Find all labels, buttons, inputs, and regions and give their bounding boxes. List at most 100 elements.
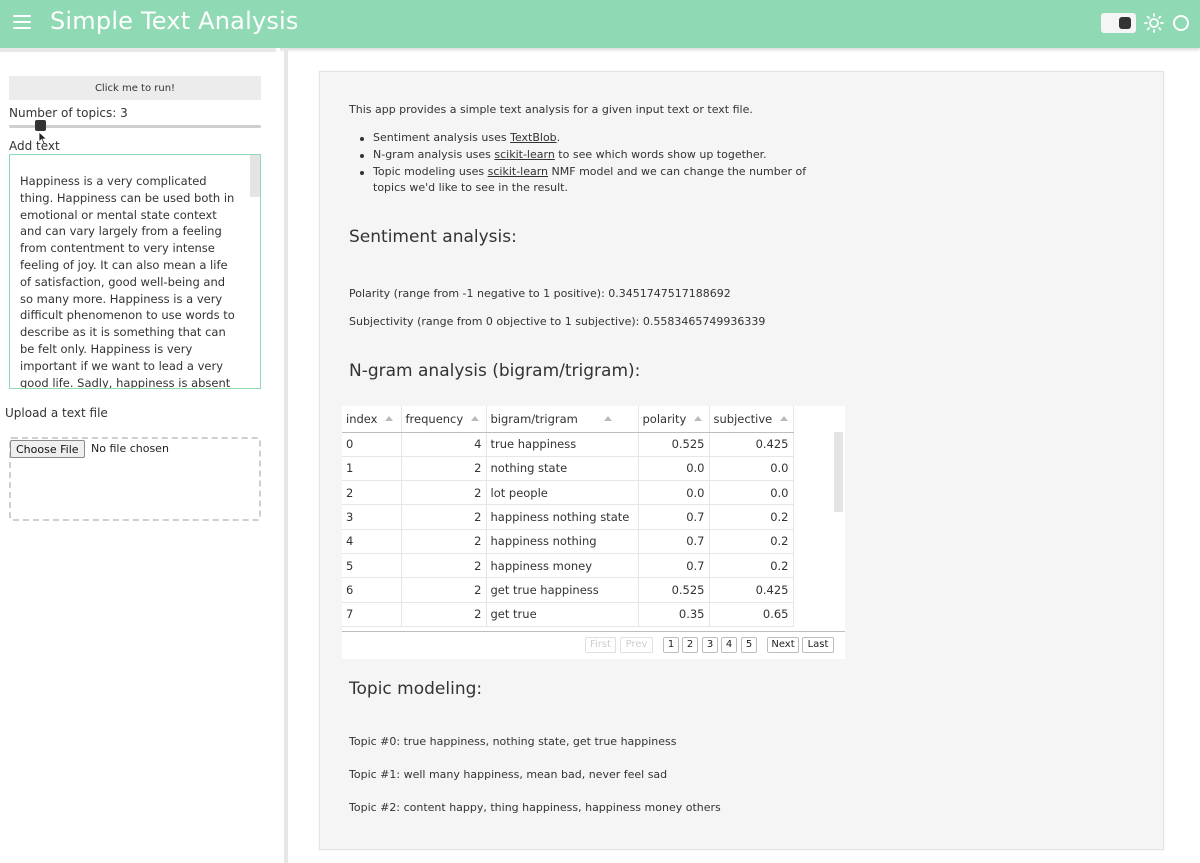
cell-frequency: 2 <box>401 504 487 530</box>
cell-subjective: 0.65 <box>709 602 794 627</box>
column-header-frequency[interactable]: frequency <box>401 406 487 433</box>
column-label: subjective <box>713 411 773 426</box>
textarea-scrollbar[interactable] <box>250 155 260 197</box>
table-row[interactable]: 7 2 get true 0.35 0.65 <box>342 602 794 627</box>
cell-frequency: 4 <box>401 432 487 457</box>
topics-label: Number of topics: 3 <box>9 106 128 120</box>
table-scrollbar[interactable] <box>834 432 843 512</box>
cell-subjective: 0.0 <box>709 456 794 482</box>
table-row[interactable]: 4 2 happiness nothing 0.7 0.2 <box>342 529 794 554</box>
topic-0-text: Topic #0: true happiness, nothing state,… <box>349 735 677 748</box>
hamburger-menu-icon[interactable] <box>13 15 31 30</box>
run-button[interactable]: Click me to run! <box>9 76 261 100</box>
cell-subjective: 0.425 <box>709 577 794 603</box>
sidebar-top-divider <box>0 48 276 52</box>
topics-slider-handle[interactable] <box>35 120 46 131</box>
pager-next-button[interactable]: Next <box>767 637 799 653</box>
cell-index: 1 <box>342 456 402 482</box>
column-label: index <box>346 411 378 426</box>
cell-bigram: nothing state <box>486 456 639 482</box>
topics-slider-track[interactable] <box>9 125 261 128</box>
ngram-heading: N-gram analysis (bigram/trigram): <box>349 361 641 381</box>
theme-toggle[interactable] <box>1101 13 1136 33</box>
column-header-subjective[interactable]: subjective <box>709 406 794 433</box>
cell-frequency: 2 <box>401 577 487 603</box>
feature-list: Sentiment analysis uses TextBlob. N-gram… <box>359 130 819 197</box>
table-footer-divider <box>342 631 845 632</box>
pager-page-3[interactable]: 3 <box>702 637 718 653</box>
cell-subjective: 0.2 <box>709 504 794 530</box>
app-header: Simple Text Analysis <box>0 0 1200 48</box>
sentiment-heading: Sentiment analysis: <box>349 227 517 247</box>
scikit-learn-link[interactable]: scikit-learn <box>488 165 548 178</box>
pager-prev-button[interactable]: Prev <box>620 637 653 653</box>
column-label: polarity <box>642 411 687 426</box>
cell-index: 4 <box>342 529 402 554</box>
table-row[interactable]: 1 2 nothing state 0.0 0.0 <box>342 456 794 482</box>
sort-icon[interactable] <box>603 415 612 421</box>
sidebar-divider[interactable] <box>284 48 288 863</box>
cell-polarity: 0.7 <box>638 504 710 530</box>
column-label: frequency <box>405 411 464 426</box>
pager-last-button[interactable]: Last <box>802 637 834 653</box>
table-row[interactable]: 6 2 get true happiness 0.525 0.425 <box>342 577 794 603</box>
list-item: Topic modeling uses scikit-learn NMF mod… <box>359 164 819 198</box>
table-row[interactable]: 0 4 true happiness 0.525 0.425 <box>342 432 794 457</box>
cell-subjective: 0.2 <box>709 529 794 554</box>
sort-icon[interactable] <box>780 415 789 421</box>
column-header-polarity[interactable]: polarity <box>638 406 710 433</box>
pager-page-4[interactable]: 4 <box>721 637 737 653</box>
table-row[interactable]: 5 2 happiness money 0.7 0.2 <box>342 553 794 579</box>
list-item: N-gram analysis uses scikit-learn to see… <box>359 147 819 164</box>
bullet-text: Sentiment analysis uses <box>373 131 511 144</box>
table-row[interactable]: 2 2 lot people 0.0 0.0 <box>342 480 794 506</box>
textblob-link[interactable]: TextBlob <box>510 131 557 144</box>
cell-bigram: happiness money <box>486 553 639 579</box>
cell-subjective: 0.0 <box>709 480 794 506</box>
bullet-text: Topic modeling uses <box>373 164 488 178</box>
bullet-text: N-gram analysis uses <box>373 147 495 161</box>
cell-polarity: 0.7 <box>638 529 710 554</box>
subjectivity-text: Subjectivity (range from 0 objective to … <box>349 315 766 328</box>
cell-index: 6 <box>342 577 402 603</box>
toggle-knob <box>1119 17 1131 29</box>
pager-page-2[interactable]: 2 <box>682 637 698 653</box>
cell-frequency: 2 <box>401 456 487 482</box>
app-title: Simple Text Analysis <box>50 7 299 35</box>
cell-bigram: get true <box>486 602 639 627</box>
column-header-index[interactable]: index <box>342 406 402 433</box>
cell-frequency: 2 <box>401 480 487 506</box>
cell-frequency: 2 <box>401 529 487 554</box>
circle-icon[interactable] <box>1173 15 1189 31</box>
cell-index: 3 <box>342 504 402 530</box>
cell-polarity: 0.0 <box>638 456 710 482</box>
topic-1-text: Topic #1: well many happiness, mean bad,… <box>349 768 668 781</box>
pager-page-1[interactable]: 1 <box>663 637 679 653</box>
cell-subjective: 0.425 <box>709 432 794 457</box>
pager-first-button[interactable]: First <box>585 637 616 653</box>
table-row[interactable]: 3 2 happiness nothing state 0.7 0.2 <box>342 504 794 530</box>
table-header-row: index frequency bigram/trigram polarity … <box>342 406 794 433</box>
pager-page-5[interactable]: 5 <box>741 637 757 653</box>
cell-bigram: happiness nothing state <box>486 504 639 530</box>
scikit-learn-link[interactable]: scikit-learn <box>494 148 554 161</box>
choose-file-button[interactable]: Choose File <box>10 440 85 458</box>
intro-text: This app provides a simple text analysis… <box>349 103 753 116</box>
sort-icon[interactable] <box>385 415 394 421</box>
add-text-label: Add text <box>9 139 60 153</box>
upload-label: Upload a text file <box>5 406 108 420</box>
cell-index: 0 <box>342 432 402 457</box>
cell-bigram: get true happiness <box>486 577 639 603</box>
sort-icon[interactable] <box>471 415 480 421</box>
text-input-area[interactable]: Happiness is a very complicated thing. H… <box>9 154 261 389</box>
cell-index: 5 <box>342 553 402 579</box>
sun-icon[interactable] <box>1144 13 1164 33</box>
column-label: bigram/trigram <box>490 411 578 426</box>
bullet-text: . <box>556 131 561 144</box>
sort-icon[interactable] <box>694 415 703 421</box>
cell-polarity: 0.35 <box>638 602 710 627</box>
polarity-text: Polarity (range from -1 negative to 1 po… <box>349 287 731 300</box>
column-header-bigram[interactable]: bigram/trigram <box>486 406 639 433</box>
ngram-table-container: index frequency bigram/trigram polarity … <box>342 406 845 659</box>
cell-frequency: 2 <box>401 602 487 627</box>
